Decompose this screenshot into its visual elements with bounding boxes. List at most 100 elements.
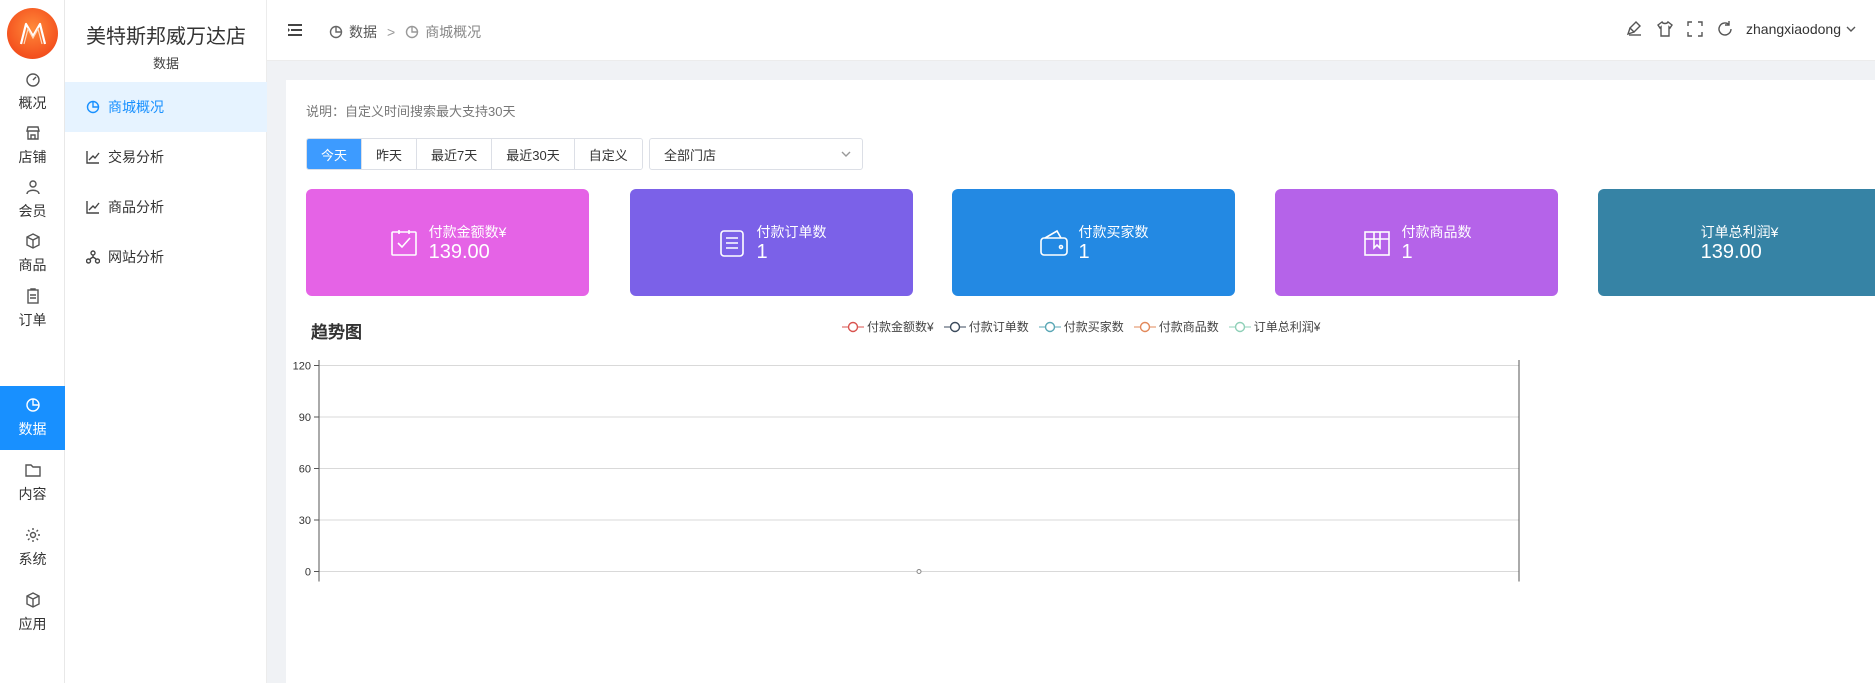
subnav-item-trade-analysis[interactable]: 交易分析	[65, 132, 267, 182]
subnav-item-goods-analysis[interactable]: 商品分析	[65, 182, 267, 232]
legend-label: 付款金额数¥	[867, 320, 934, 334]
y-tick-label: 0	[305, 567, 311, 579]
brush-icon[interactable]	[1626, 20, 1644, 38]
range-30days-button[interactable]: 最近30天	[492, 139, 575, 169]
stat-card-total-profit: 订单总利润¥ 139.00	[1598, 189, 1875, 296]
breadcrumb-item-current: 商城概况	[425, 24, 482, 40]
stat-label: 付款订单数	[756, 223, 827, 240]
checkbox-icon	[389, 228, 419, 258]
rail-item-orders[interactable]: 订单	[0, 277, 65, 341]
legend-marker	[943, 321, 966, 332]
fullscreen-icon[interactable]	[1686, 20, 1704, 38]
date-range-selector: 今天 昨天 最近7天 最近30天 自定义	[306, 138, 643, 170]
legend-marker	[1133, 321, 1156, 332]
rail-item-label: 概况	[18, 95, 47, 111]
top-header: 数据 > 商城概况 zhangxiaodong	[267, 0, 1875, 61]
legend-item[interactable]: 付款商品数	[1133, 318, 1219, 335]
user-menu[interactable]: zhangxiaodong	[1746, 21, 1857, 37]
trend-chart-title: 趋势图	[311, 323, 362, 342]
shirt-icon[interactable]	[1656, 20, 1674, 38]
search-note: 说明：自定义时间搜索最大支持30天	[306, 104, 516, 119]
legend-label: 订单总利润¥	[1253, 320, 1321, 334]
menu-toggle-icon[interactable]	[287, 22, 303, 38]
chevron-down-icon	[1846, 26, 1856, 32]
range-custom-button[interactable]: 自定义	[574, 139, 642, 169]
rail-item-data[interactable]: 数据	[0, 386, 65, 450]
pie-chart-icon	[86, 100, 100, 114]
legend-label: 付款订单数	[968, 320, 1029, 334]
subnav-item-label: 交易分析	[108, 149, 164, 165]
pie-chart-icon	[25, 397, 41, 413]
legend-item[interactable]: 付款订单数	[943, 318, 1029, 335]
store-name: 美特斯邦威万达店	[86, 26, 246, 48]
rail-item-label: 应用	[18, 616, 47, 632]
rail-item-label: 会员	[18, 203, 47, 219]
legend-item[interactable]: 付款买家数	[1038, 318, 1124, 335]
range-today-button[interactable]: 今天	[307, 139, 363, 169]
brand-logo[interactable]	[7, 8, 58, 59]
range-yesterday-button[interactable]: 昨天	[362, 139, 418, 169]
refresh-icon[interactable]	[1716, 20, 1734, 38]
store-select[interactable]: 全部门店	[649, 138, 863, 170]
rail-item-content[interactable]: 内容	[0, 451, 65, 515]
y-tick-label: 30	[299, 515, 311, 527]
list-icon	[717, 228, 747, 258]
rail-item-label: 系统	[18, 551, 47, 567]
rail-item-label: 订单	[18, 312, 47, 328]
legend-item[interactable]: 付款金额数¥	[842, 318, 934, 335]
pie-chart-icon	[329, 25, 343, 39]
chart-legend: 付款金额数¥ 付款订单数 付款买家数 付款商品数 订单总利润¥	[842, 318, 1320, 335]
trend-chart: 1501209060300	[293, 360, 1520, 582]
user-icon	[25, 179, 41, 195]
subnav-item-label: 网站分析	[108, 249, 164, 265]
legend-label: 付款买家数	[1063, 320, 1124, 334]
stat-value: 139.00	[428, 240, 490, 263]
subnav-item-label: 商品分析	[108, 199, 164, 215]
package-icon	[1362, 228, 1392, 258]
pie-chart-icon	[405, 25, 419, 39]
rail-item-apps[interactable]: 应用	[0, 581, 65, 645]
data-point	[916, 569, 922, 574]
rail-item-label: 内容	[18, 486, 47, 502]
breadcrumb-item-data[interactable]: 数据	[349, 22, 377, 42]
subnav-item-site-analysis[interactable]: 网站分析	[65, 232, 267, 282]
chevron-down-icon	[840, 148, 852, 160]
legend-marker	[1038, 321, 1061, 332]
shop-icon	[25, 125, 41, 141]
rail-item-label: 数据	[18, 421, 47, 437]
y-tick-label: 120	[293, 361, 311, 373]
rail-item-system[interactable]: 系统	[0, 516, 65, 580]
legend-marker	[1228, 321, 1251, 332]
legend-item[interactable]: 订单总利润¥	[1228, 318, 1321, 335]
stat-label: 订单总利润¥	[1700, 223, 1779, 240]
username-label: zhangxiaodong	[1746, 21, 1841, 37]
overview-panel: 说明：自定义时间搜索最大支持30天 今天 昨天 最近7天 最近30天 自定义 全…	[286, 80, 1875, 683]
sub-sidebar: 美特斯邦威万达店 数据 商城概况 交易分析 商品分析 网站分析	[65, 0, 267, 683]
stat-value: 1	[756, 240, 768, 263]
legend-marker	[842, 321, 864, 332]
wallet-icon	[1039, 228, 1069, 258]
stat-label: 付款金额数¥	[428, 223, 507, 240]
breadcrumb: 数据 > 商城概况	[329, 22, 481, 42]
stat-value: 1	[1078, 240, 1090, 263]
network-icon	[86, 250, 100, 264]
gear-icon	[25, 527, 41, 543]
stat-label: 付款商品数	[1401, 223, 1472, 240]
stat-card-paid-buyers: 付款买家数 1	[952, 189, 1235, 296]
logo-m-icon	[19, 22, 46, 44]
dashboard-icon	[25, 71, 41, 87]
section-title: 数据	[152, 56, 179, 71]
y-tick-label: 90	[299, 412, 311, 424]
subnav-item-mall-overview[interactable]: 商城概况	[65, 82, 267, 132]
y-tick-label: 60	[299, 464, 311, 476]
subnav-item-label: 商城概况	[108, 99, 164, 115]
rail-item-label: 店铺	[18, 149, 47, 165]
box-icon	[25, 233, 41, 249]
clipboard-icon	[25, 288, 41, 304]
legend-label: 付款商品数	[1158, 320, 1219, 334]
icon-rail: 概况 店铺 会员 商品 订单 数据 内容 系统 应用	[0, 0, 65, 683]
range-7days-button[interactable]: 最近7天	[417, 139, 493, 169]
cube-icon	[25, 592, 41, 608]
stat-card-paid-goods: 付款商品数 1	[1275, 189, 1558, 296]
stat-value: 1	[1401, 240, 1413, 263]
